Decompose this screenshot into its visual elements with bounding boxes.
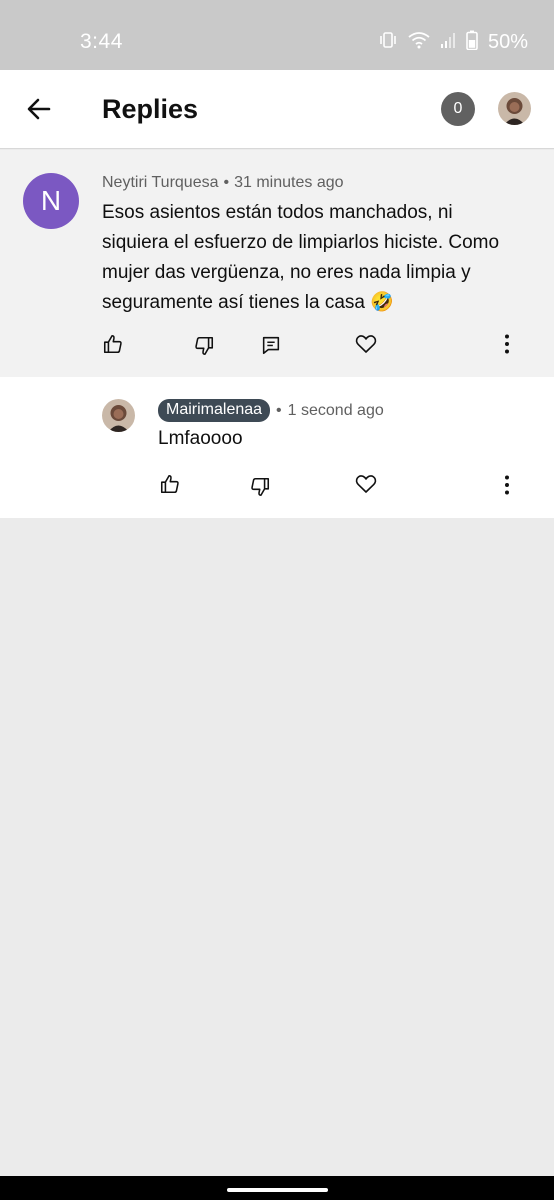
notification-count-badge[interactable]: 0 [441,92,475,126]
comment-time: 31 minutes ago [234,174,344,191]
signal-icon [440,31,456,54]
heart-icon [355,475,377,493]
status-time: 3:44 [80,30,123,53]
meta-separator: • [276,401,282,419]
battery-percentage: 50% [487,31,528,53]
status-bar: 3:44 50% [0,0,554,70]
thumb-up-icon [103,334,122,354]
reply-button[interactable] [258,332,284,358]
home-gesture-handle[interactable] [227,1188,328,1192]
reply-author-avatar[interactable] [102,399,135,432]
arrow-back-icon [27,98,51,120]
status-icons: 50% [378,30,528,55]
reply-dislike-button[interactable] [247,474,273,500]
reply-more-options-button[interactable] [494,472,520,498]
thumb-down-icon [195,336,214,356]
system-navigation-bar [0,1176,554,1200]
like-button[interactable] [100,331,126,357]
more-vert-icon [505,475,509,495]
comment-meta: Neytiri Turquesa • 31 minutes ago [102,174,344,192]
parent-comment: N Neytiri Turquesa • 31 minutes ago Esos a… [0,150,554,377]
heart-button[interactable] [353,331,379,357]
vibrate-icon [378,30,398,55]
heart-icon [355,335,377,353]
account-avatar[interactable] [498,92,531,125]
reply-comment: Mairimalenaa • 1 second ago Lmfaoooo [0,377,554,518]
app-bar: Replies 0 [0,70,554,149]
more-vert-icon [505,334,509,354]
back-button[interactable] [22,92,56,126]
reply-meta: Mairimalenaa • 1 second ago [158,399,384,422]
page-title: Replies [102,94,199,124]
author-avatar[interactable]: N [23,173,79,229]
more-options-button[interactable] [494,331,520,357]
dislike-button[interactable] [191,333,217,359]
comment-icon [262,336,280,355]
thumb-down-icon [251,477,270,497]
meta-separator: • [223,174,230,191]
thumb-up-icon [160,474,179,494]
comment-text: Esos asientos están todos manchados, ni … [102,202,500,313]
wifi-icon [408,31,430,54]
battery-icon [466,30,478,55]
reply-heart-button[interactable] [353,471,379,497]
reply-like-button[interactable] [157,471,183,497]
comment-author[interactable]: Neytiri Turquesa [102,174,219,191]
reply-text: Lmfaoooo [158,428,243,449]
reply-author-chip[interactable]: Mairimalenaa [158,399,271,422]
reply-time: 1 second ago [287,401,384,419]
